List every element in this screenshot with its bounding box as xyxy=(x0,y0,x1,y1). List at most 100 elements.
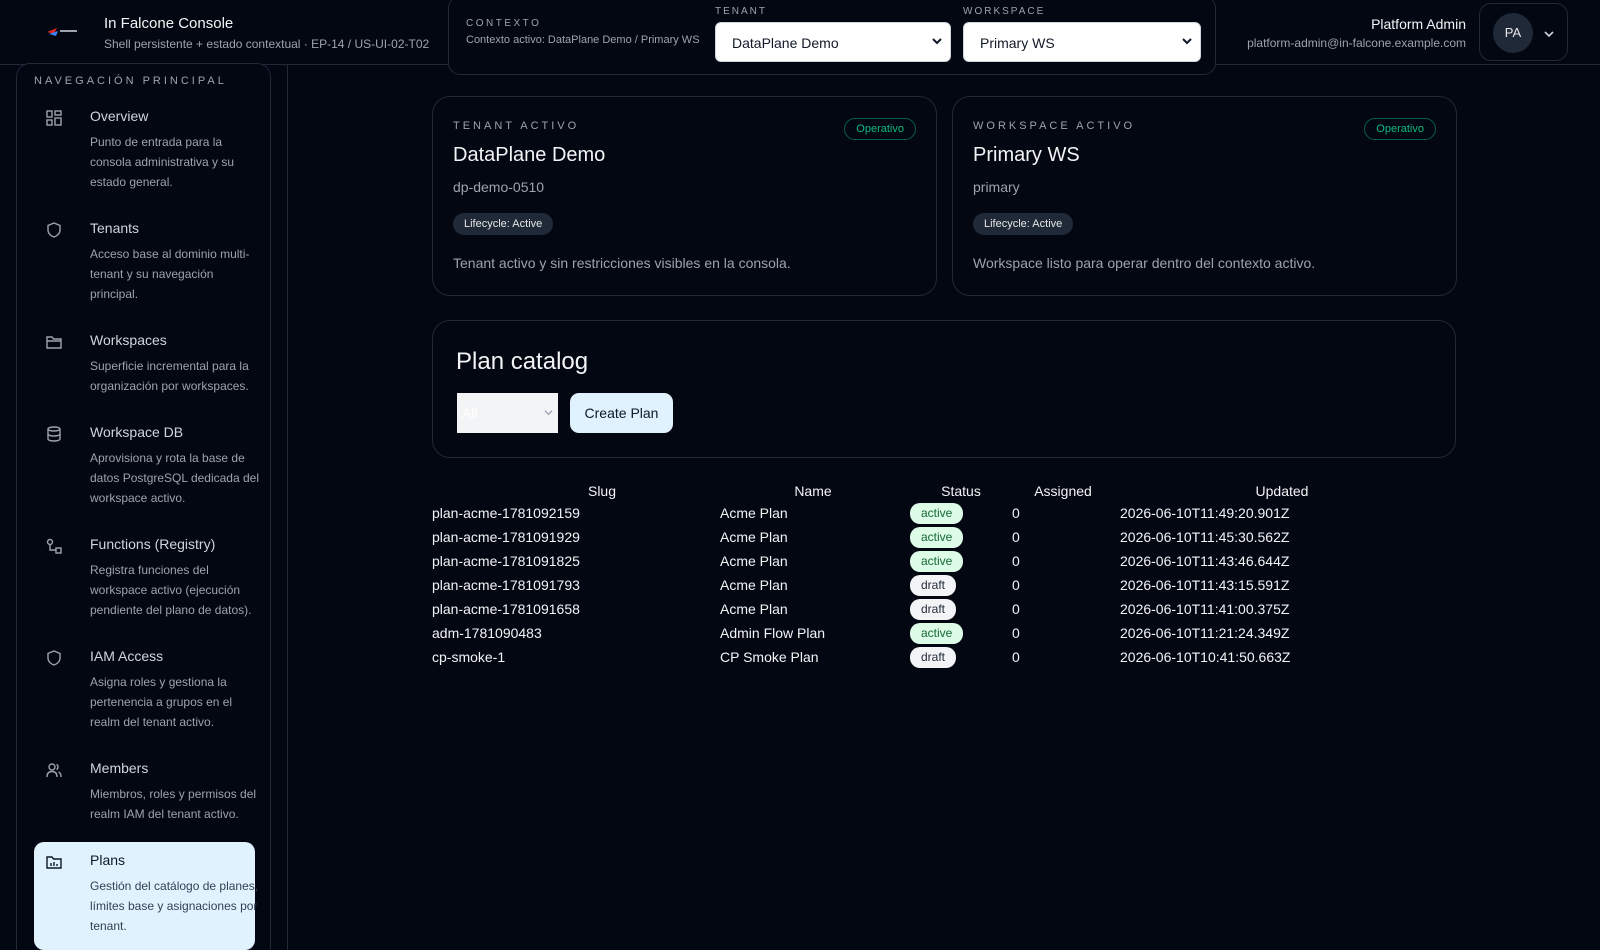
column-header-slug[interactable]: Slug xyxy=(552,483,652,499)
user-menu-button[interactable]: PA xyxy=(1479,3,1568,61)
status-badge: active xyxy=(910,503,964,524)
column-header-name[interactable]: Name xyxy=(763,483,863,499)
cell-updated: 2026-06-10T10:41:50.663Z xyxy=(1120,649,1291,665)
status-filter-select[interactable]: All xyxy=(457,393,558,433)
sidebar-item-label: Overview xyxy=(90,108,149,124)
status-badge: draft xyxy=(910,599,957,620)
cell-slug: plan-acme-1781091825 xyxy=(432,553,580,569)
card-slug: primary xyxy=(973,179,1020,195)
table-row[interactable]: plan-acme-1781091825 Acme Plan active 0 2026… xyxy=(432,550,1352,574)
cell-slug: adm-1781090483 xyxy=(432,625,542,641)
status-badge: Operativo xyxy=(844,118,916,140)
lifecycle-badge: Lifecycle: Active xyxy=(973,213,1074,235)
sidebar-item-overview[interactable]: Overview Punto de entrada para la consol… xyxy=(34,98,255,198)
card-title: Primary WS xyxy=(973,144,1080,166)
cell-updated: 2026-06-10T11:43:46.644Z xyxy=(1120,553,1290,569)
sidebar-item-label: Functions (Registry) xyxy=(90,536,216,552)
sidebar-item-members[interactable]: Members Miembros, roles y permisos del r… xyxy=(34,750,256,830)
cell-name: CP Smoke Plan xyxy=(720,649,819,665)
cell-slug: plan-acme-1781091929 xyxy=(432,529,580,545)
card-title: DataPlane Demo xyxy=(453,144,606,166)
cell-assigned: 0 xyxy=(1012,529,1020,545)
sidebar-item-tenants[interactable]: Tenants Acceso base al dominio multi-ten… xyxy=(34,210,255,310)
sidebar-heading: NAVEGACIÓN PRINCIPAL xyxy=(34,75,227,87)
context-value: Contexto activo: DataPlane Demo / Primar… xyxy=(466,34,700,46)
sidebar-item-functions[interactable]: Functions (Registry) Registra funciones … xyxy=(34,526,255,626)
cell-name: Acme Plan xyxy=(720,577,788,593)
sidebar-item-label: Members xyxy=(90,760,149,776)
table-row[interactable]: plan-acme-1781091793 Acme Plan draft 0 2026-… xyxy=(432,574,1352,598)
sidebar-item-desc: Punto de entrada para la consola adminis… xyxy=(90,135,235,189)
card-kicker: WORKSPACE ACTIVO xyxy=(973,120,1136,132)
table-row[interactable]: adm-1781090483 Admin Flow Plan active 0 2026… xyxy=(432,622,1352,646)
column-header-assigned[interactable]: Assigned xyxy=(1013,483,1113,499)
column-header-status[interactable]: Status xyxy=(911,483,1011,499)
status-filter-value: All xyxy=(462,405,478,421)
plan-catalog-panel: Plan catalog All Create Plan xyxy=(432,320,1456,458)
context-panel: CONTEXTO Contexto activo: DataPlane Demo… xyxy=(448,0,1216,75)
status-badge: draft xyxy=(910,647,957,668)
cell-assigned: 0 xyxy=(1012,505,1020,521)
shield-icon xyxy=(47,222,61,238)
tenant-select[interactable]: DataPlane Demo xyxy=(715,22,951,62)
cell-name: Acme Plan xyxy=(720,601,788,617)
create-plan-button[interactable]: Create Plan xyxy=(570,393,673,433)
sidebar-item-label: Workspaces xyxy=(90,332,167,348)
card-description: Workspace listo para operar dentro del c… xyxy=(973,255,1316,271)
cell-updated: 2026-06-10T11:43:15.591Z xyxy=(1120,577,1290,593)
cell-assigned: 0 xyxy=(1012,649,1020,665)
table-row[interactable]: cp-smoke-1 CP Smoke Plan draft 0 2026-06-10T… xyxy=(432,646,1352,670)
table-row[interactable]: plan-acme-1781091929 Acme Plan active 0 2026… xyxy=(432,526,1352,550)
cell-slug: cp-smoke-1 xyxy=(432,649,506,665)
sidebar-item-plans[interactable]: Plans Gestión del catálogo de planes, lí… xyxy=(34,842,258,950)
sidebar-item-iam-access[interactable]: IAM Access Asigna roles y gestiona la pe… xyxy=(34,638,255,738)
grid-icon xyxy=(46,110,62,126)
cell-slug: plan-acme-1781092159 xyxy=(432,505,580,521)
cell-name: Acme Plan xyxy=(720,553,788,569)
sidebar: NAVEGACIÓN PRINCIPAL Overview Punto de e… xyxy=(16,63,271,950)
cell-slug: plan-acme-1781091658 xyxy=(432,601,580,617)
cell-slug: plan-acme-1781091793 xyxy=(432,577,580,593)
context-label: CONTEXTO xyxy=(466,18,542,29)
cell-assigned: 0 xyxy=(1012,553,1020,569)
sidebar-item-label: Workspace DB xyxy=(90,424,184,440)
sidebar-item-label: Plans xyxy=(90,852,126,868)
sidebar-item-desc: Gestión del catálogo de planes, límites … xyxy=(90,879,259,933)
chevron-down-icon xyxy=(544,410,553,416)
chevron-down-icon xyxy=(932,38,942,45)
user-name: Platform Admin xyxy=(1371,16,1466,32)
cell-assigned: 0 xyxy=(1012,625,1020,641)
cell-name: Admin Flow Plan xyxy=(720,625,826,641)
status-badge: draft xyxy=(910,575,957,596)
user-email: platform-admin@in-falcone.example.com xyxy=(1247,36,1466,50)
cell-updated: 2026-06-10T11:41:00.375Z xyxy=(1120,601,1290,617)
cell-assigned: 0 xyxy=(1012,577,1020,593)
database-icon xyxy=(47,426,61,442)
tenant-select-value: DataPlane Demo xyxy=(732,35,839,51)
app-title: In Falcone Console xyxy=(104,15,234,32)
sidebar-item-label: IAM Access xyxy=(90,648,164,664)
sidebar-item-workspace-db[interactable]: Workspace DB Aprovisiona y rota la base … xyxy=(34,414,259,514)
tenant-label: TENANT xyxy=(715,6,767,17)
users-icon xyxy=(46,763,62,778)
table-row[interactable]: plan-acme-1781092159 Acme Plan active 0 2026… xyxy=(432,502,1352,526)
workspace-label: WORKSPACE xyxy=(963,6,1046,17)
sidebar-item-desc: Asigna roles y gestiona la pertenencia a… xyxy=(90,675,233,729)
column-header-updated[interactable]: Updated xyxy=(1232,483,1332,499)
status-badge: active xyxy=(910,551,964,572)
table-row[interactable]: plan-acme-1781091658 Acme Plan draft 0 2026-… xyxy=(432,598,1352,622)
cell-name: Acme Plan xyxy=(720,505,788,521)
status-badge: active xyxy=(910,623,964,644)
sidebar-item-desc: Acceso base al dominio multi-tenant y su… xyxy=(90,247,250,301)
avatar: PA xyxy=(1493,13,1533,53)
sidebar-item-label: Tenants xyxy=(90,220,140,236)
folder-chart-icon xyxy=(46,856,62,869)
status-badge: active xyxy=(910,527,964,548)
chevron-down-icon xyxy=(1544,31,1554,38)
workspace-select-value: Primary WS xyxy=(980,35,1055,51)
workspace-select[interactable]: Primary WS xyxy=(963,22,1201,62)
card-kicker: TENANT ACTIVO xyxy=(453,120,580,132)
chevron-down-icon xyxy=(1182,38,1192,45)
sidebar-item-workspaces[interactable]: Workspaces Superficie incremental para l… xyxy=(34,322,255,402)
cell-updated: 2026-06-10T11:21:24.349Z xyxy=(1120,625,1290,641)
